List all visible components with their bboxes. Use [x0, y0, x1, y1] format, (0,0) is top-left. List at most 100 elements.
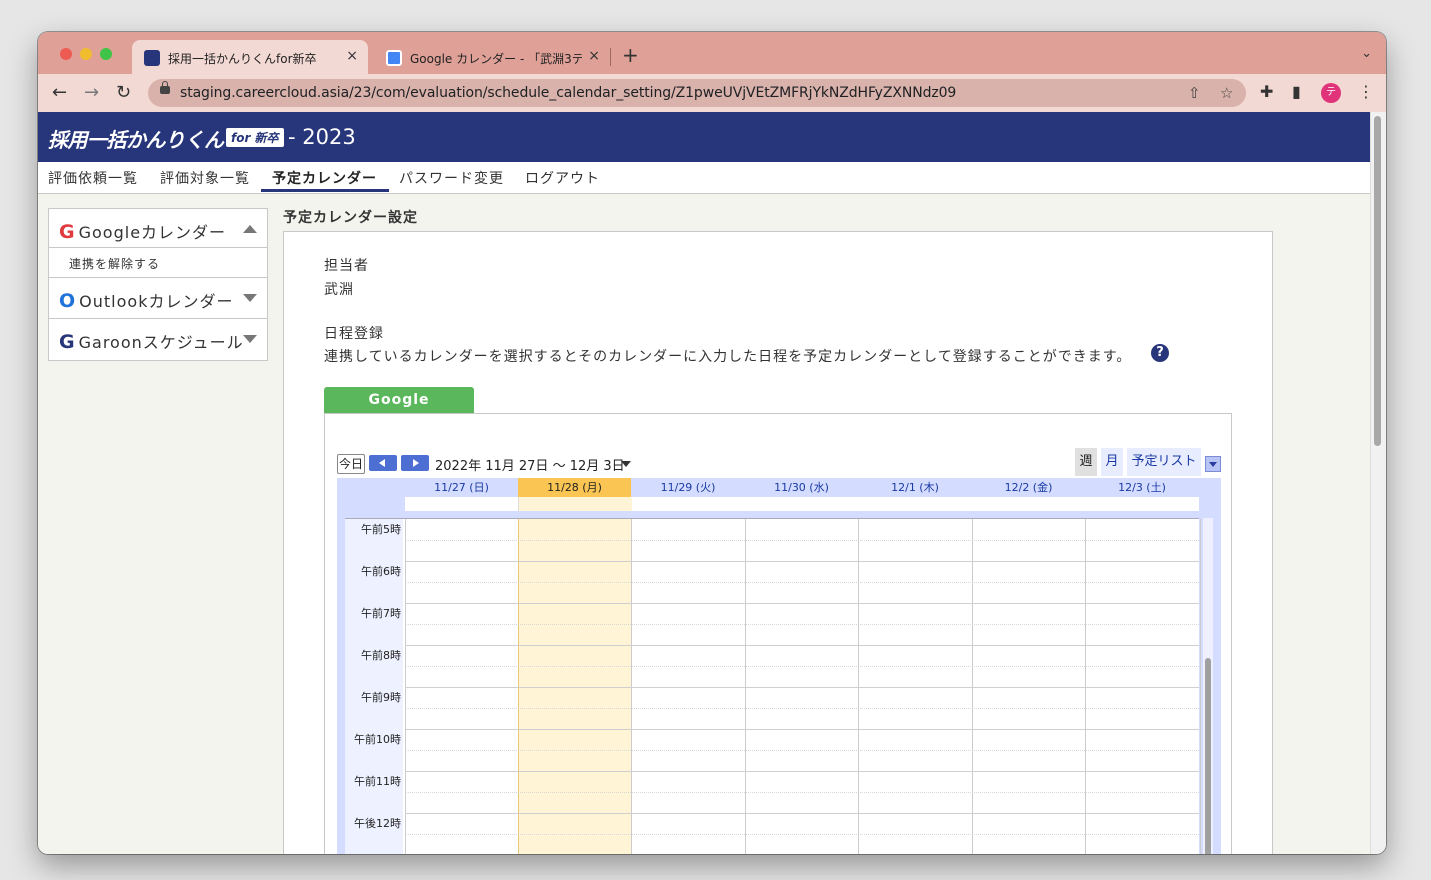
half-hour-line: [405, 582, 1199, 583]
hour-label: 午前9時: [345, 687, 403, 729]
week-grid: 11/27 (日) 11/28 (月) 11/29 (火) 11/30 (水) …: [337, 478, 1221, 854]
half-hour-line: [405, 792, 1199, 793]
hour-line: [405, 645, 1199, 646]
hour-line: [405, 687, 1199, 688]
browser-toolbar: ← → ↻ staging.careercloud.asia/23/com/ev…: [38, 74, 1386, 112]
time-grid[interactable]: 午前5時 午前6時 午前7時 午前8時 午前9時 午前10時 午前11時 午後1…: [345, 518, 1201, 854]
app-logo[interactable]: 採用一括かんりくん: [48, 124, 224, 153]
extensions-icon[interactable]: ✚: [1260, 82, 1273, 101]
expand-triangle-icon[interactable]: [243, 294, 257, 302]
all-day-cell-today[interactable]: [518, 497, 632, 511]
chevron-left-icon: [379, 459, 385, 467]
assignee-value: 武淵: [324, 282, 354, 298]
collapse-triangle-icon[interactable]: [243, 225, 257, 233]
browser-tab-google-calendar[interactable]: Google カレンダー - 「武淵3テス ×: [374, 40, 610, 74]
close-window-button[interactable]: [60, 48, 72, 60]
all-day-row[interactable]: [405, 497, 1199, 511]
url-text[interactable]: staging.careercloud.asia/23/com/evaluati…: [180, 85, 956, 101]
tab-strip: 採用一括かんりくんfor新卒 × Google カレンダー - 「武淵3テス ×…: [38, 32, 1386, 74]
half-hour-line: [405, 666, 1199, 667]
help-icon[interactable]: ?: [1151, 344, 1169, 362]
schedule-label: 日程登録: [324, 326, 384, 342]
tab-close-icon[interactable]: ×: [346, 48, 358, 64]
prev-week-button[interactable]: [369, 455, 397, 471]
nav-logout[interactable]: ログアウト: [525, 168, 600, 188]
sidebar-outlook-header[interactable]: O Outlookカレンダー: [59, 288, 233, 312]
page-title: 予定カレンダー設定: [283, 210, 418, 226]
nav-active-indicator: [261, 189, 389, 192]
view-agenda-button[interactable]: 予定リスト: [1127, 448, 1201, 476]
address-bar[interactable]: staging.careercloud.asia/23/com/evaluati…: [148, 79, 1246, 107]
browser-menu-icon[interactable]: ⋮: [1358, 82, 1374, 101]
nav-password-change[interactable]: パスワード変更: [399, 168, 504, 188]
bookmark-star-icon[interactable]: ☆: [1220, 84, 1233, 102]
nav-evaluation-requests[interactable]: 評価依頼一覧: [48, 168, 138, 188]
hour-label: 午前7時: [345, 603, 403, 645]
sidebar-garoon-label: Garoonスケジュール: [78, 333, 244, 352]
hour-label: 午前8時: [345, 645, 403, 687]
garoon-icon: G: [59, 331, 76, 353]
header-year: - 2023: [288, 125, 356, 149]
divider: [49, 247, 267, 248]
nav-schedule-calendar[interactable]: 予定カレンダー: [272, 168, 377, 188]
hour-line: [405, 771, 1199, 772]
browser-window: 採用一括かんりくんfor新卒 × Google カレンダー - 「武淵3テス ×…: [38, 32, 1386, 854]
sidebar-garoon-section: G Garoonスケジュール: [49, 319, 267, 359]
google-calendar-favicon-icon: [386, 50, 402, 66]
profile-avatar[interactable]: テ: [1321, 83, 1341, 103]
app-favicon-icon: [144, 50, 160, 66]
sidebar-outlook-label: Outlookカレンダー: [79, 292, 234, 311]
hour-label: 午後12時: [345, 813, 403, 854]
tab-close-icon[interactable]: ×: [588, 48, 600, 64]
half-hour-line: [405, 624, 1199, 625]
calendar-toolbar: 今日 2022年 11月 27日 〜 12月 3日 週 月 予定リスト: [337, 448, 1223, 476]
expand-triangle-icon[interactable]: [243, 335, 257, 343]
hour-line: [405, 561, 1199, 562]
reload-button[interactable]: ↻: [116, 83, 131, 103]
day-header: 11/29 (火): [660, 481, 716, 494]
page-content: 採用一括かんりくん for 新卒 - 2023 評価依頼一覧 評価対象一覧 予定…: [38, 112, 1386, 854]
hour-label: 午前5時: [345, 519, 403, 561]
embedded-google-calendar: 今日 2022年 11月 27日 〜 12月 3日 週 月 予定リスト 11/2…: [324, 413, 1232, 854]
side-panel-icon[interactable]: ▮: [1292, 82, 1301, 101]
disconnect-google-link[interactable]: 連携を解除する: [69, 255, 160, 272]
minimize-window-button[interactable]: [80, 48, 92, 60]
tab-search-icon[interactable]: ⌄: [1361, 46, 1372, 61]
hour-line: [405, 729, 1199, 730]
forward-button[interactable]: →: [84, 83, 99, 103]
view-month-button[interactable]: 月: [1101, 448, 1123, 476]
day-header: 12/1 (木): [891, 481, 939, 494]
chevron-right-icon: [413, 459, 419, 467]
date-picker-caret-icon[interactable]: [621, 461, 631, 467]
maximize-window-button[interactable]: [100, 48, 112, 60]
next-week-button[interactable]: [401, 455, 429, 471]
today-button[interactable]: 今日: [337, 454, 365, 474]
nav-evaluation-targets[interactable]: 評価対象一覧: [160, 168, 250, 188]
new-tab-button[interactable]: +: [622, 45, 639, 65]
hour-label: 午前10時: [345, 729, 403, 771]
schedule-description: 連携しているカレンダーを選択するとそのカレンダーに入力した日程を予定カレンダーと…: [324, 349, 1132, 365]
day-header: 12/3 (土): [1118, 481, 1166, 494]
half-hour-line: [405, 750, 1199, 751]
page-scrollbar-thumb[interactable]: [1374, 116, 1381, 446]
main-nav: 評価依頼一覧 評価対象一覧 予定カレンダー パスワード変更 ログアウト: [38, 162, 1370, 194]
day-header: 11/30 (水): [774, 481, 829, 494]
date-range-label[interactable]: 2022年 11月 27日 〜 12月 3日: [435, 455, 625, 474]
calendar-scrollbar-thumb[interactable]: [1205, 658, 1211, 854]
back-button[interactable]: ←: [52, 83, 67, 103]
calendar-options-dropdown-icon[interactable]: [1205, 456, 1221, 472]
day-header: 11/27 (日): [434, 481, 489, 494]
half-hour-line: [405, 834, 1199, 835]
tab-google-calendar[interactable]: Google: [324, 387, 474, 413]
half-hour-line: [405, 708, 1199, 709]
sidebar-garoon-header[interactable]: G Garoonスケジュール: [59, 329, 244, 353]
share-icon[interactable]: ⇧: [1188, 84, 1201, 102]
settings-panel: 担当者 武淵 日程登録 連携しているカレンダーを選択するとそのカレンダーに入力し…: [283, 231, 1273, 854]
calendar-scrollbar[interactable]: [1203, 518, 1213, 854]
day-header-today: 11/28 (月): [518, 478, 631, 497]
hour-line: [405, 813, 1199, 814]
sidebar-google-header[interactable]: G Googleカレンダー: [59, 219, 226, 243]
day-header: 12/2 (金): [1004, 481, 1053, 494]
browser-tab-active[interactable]: 採用一括かんりくんfor新卒 ×: [132, 40, 368, 74]
view-week-button[interactable]: 週: [1075, 448, 1097, 476]
